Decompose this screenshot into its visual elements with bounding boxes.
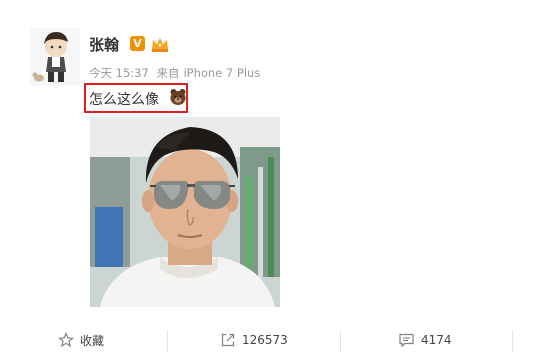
post-source[interactable]: iPhone 7 Plus: [183, 66, 260, 80]
post-time[interactable]: 今天 15:37: [89, 66, 149, 80]
action-divider: [512, 330, 513, 352]
post-photo[interactable]: [90, 117, 280, 307]
verified-badge-icon: V: [130, 36, 145, 51]
star-icon: [58, 332, 74, 348]
author-avatar[interactable]: [30, 28, 80, 86]
post-text: 怎么这么像: [89, 92, 159, 108]
comment-icon: [399, 333, 414, 348]
selfie-image: [90, 117, 280, 307]
source-prefix: 来自: [156, 66, 180, 80]
post-meta: 今天 15:37 来自 iPhone 7 Plus: [89, 65, 260, 81]
crown-icon: [152, 38, 168, 52]
forward-icon: [221, 333, 235, 347]
author-name[interactable]: 张翰: [89, 34, 119, 55]
action-divider: [167, 330, 168, 352]
forward-button[interactable]: 126573: [220, 327, 288, 353]
comment-count: 4174: [421, 333, 452, 347]
favorite-button[interactable]: 收藏: [58, 327, 104, 353]
comment-button[interactable]: 4174: [398, 327, 452, 353]
favorite-label: 收藏: [80, 333, 105, 348]
action-bar: 收藏 126573 4174: [0, 323, 550, 357]
action-divider: [340, 330, 341, 352]
bear-emoji-icon: [170, 89, 186, 105]
forward-count: 126573: [242, 333, 288, 347]
avatar-image: [30, 28, 80, 86]
